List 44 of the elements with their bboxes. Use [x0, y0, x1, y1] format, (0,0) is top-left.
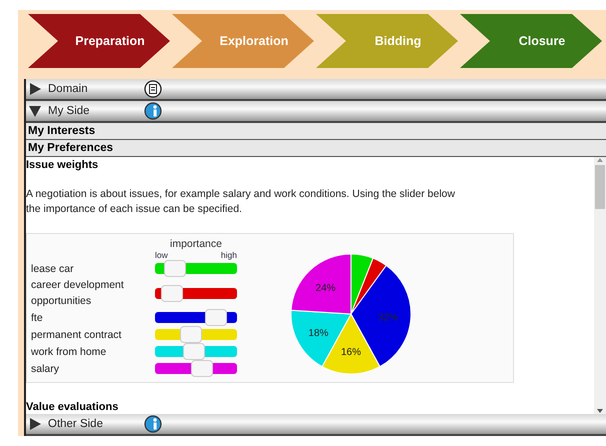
issue-name: permanent contract	[31, 328, 122, 342]
issue-name: salary	[31, 362, 60, 376]
section-header[interactable]: Domain	[26, 79, 606, 101]
info-icon	[144, 102, 162, 120]
slice-label: 24%	[316, 282, 336, 294]
description-text: A negotiation is about issues, for example salary and work conditions. Using the slider below the importance of each issue can be specified.	[26, 187, 456, 217]
slider-thumb[interactable]	[182, 343, 205, 360]
slider-thumb[interactable]	[204, 309, 227, 326]
scrollbar[interactable]	[594, 157, 606, 414]
expand-arrow-icon[interactable]	[28, 82, 42, 96]
scrollbar-thumb[interactable]	[595, 165, 605, 209]
importance-slider[interactable]	[155, 263, 237, 274]
subsection-header[interactable]: My Preferences	[26, 140, 606, 157]
importance-slider[interactable]	[155, 312, 237, 323]
section-header[interactable]: My Side	[26, 101, 606, 123]
subsection-header[interactable]: My Interests	[26, 123, 606, 140]
section-title: Domain	[48, 83, 89, 95]
section-header[interactable]: Other Side	[26, 414, 606, 436]
slider-thumb[interactable]	[191, 360, 213, 377]
issue-name: fte	[31, 310, 44, 326]
importance-label: importance	[169, 238, 223, 250]
section-title: Other Side	[48, 418, 104, 430]
low-label: low	[155, 250, 168, 260]
importance-slider[interactable]	[155, 329, 237, 340]
issue-name: lease car	[31, 262, 75, 276]
issue-name: work from home	[31, 344, 108, 360]
slice-label: 18%	[308, 328, 328, 339]
phase-tab[interactable]: Preparation	[28, 14, 170, 68]
slider-thumb[interactable]	[161, 284, 183, 302]
slider-thumb[interactable]	[164, 260, 186, 277]
info-icon	[144, 415, 162, 433]
expand-arrow-icon[interactable]	[28, 417, 42, 431]
section-title: My Side	[48, 105, 91, 117]
document-icon	[144, 80, 162, 98]
phase-tab[interactable]: Closure	[460, 14, 602, 68]
importance-slider[interactable]	[155, 363, 237, 374]
importance-slider[interactable]	[155, 346, 237, 357]
high-label: high	[220, 250, 237, 260]
slice-label: 32%	[378, 312, 398, 324]
slice-label: 16%	[341, 347, 361, 358]
section-heading: Issue weights	[26, 159, 100, 171]
slider-thumb[interactable]	[180, 326, 202, 343]
collapse-arrow-icon[interactable]	[28, 104, 42, 118]
section-heading: Value evaluations	[26, 401, 120, 413]
